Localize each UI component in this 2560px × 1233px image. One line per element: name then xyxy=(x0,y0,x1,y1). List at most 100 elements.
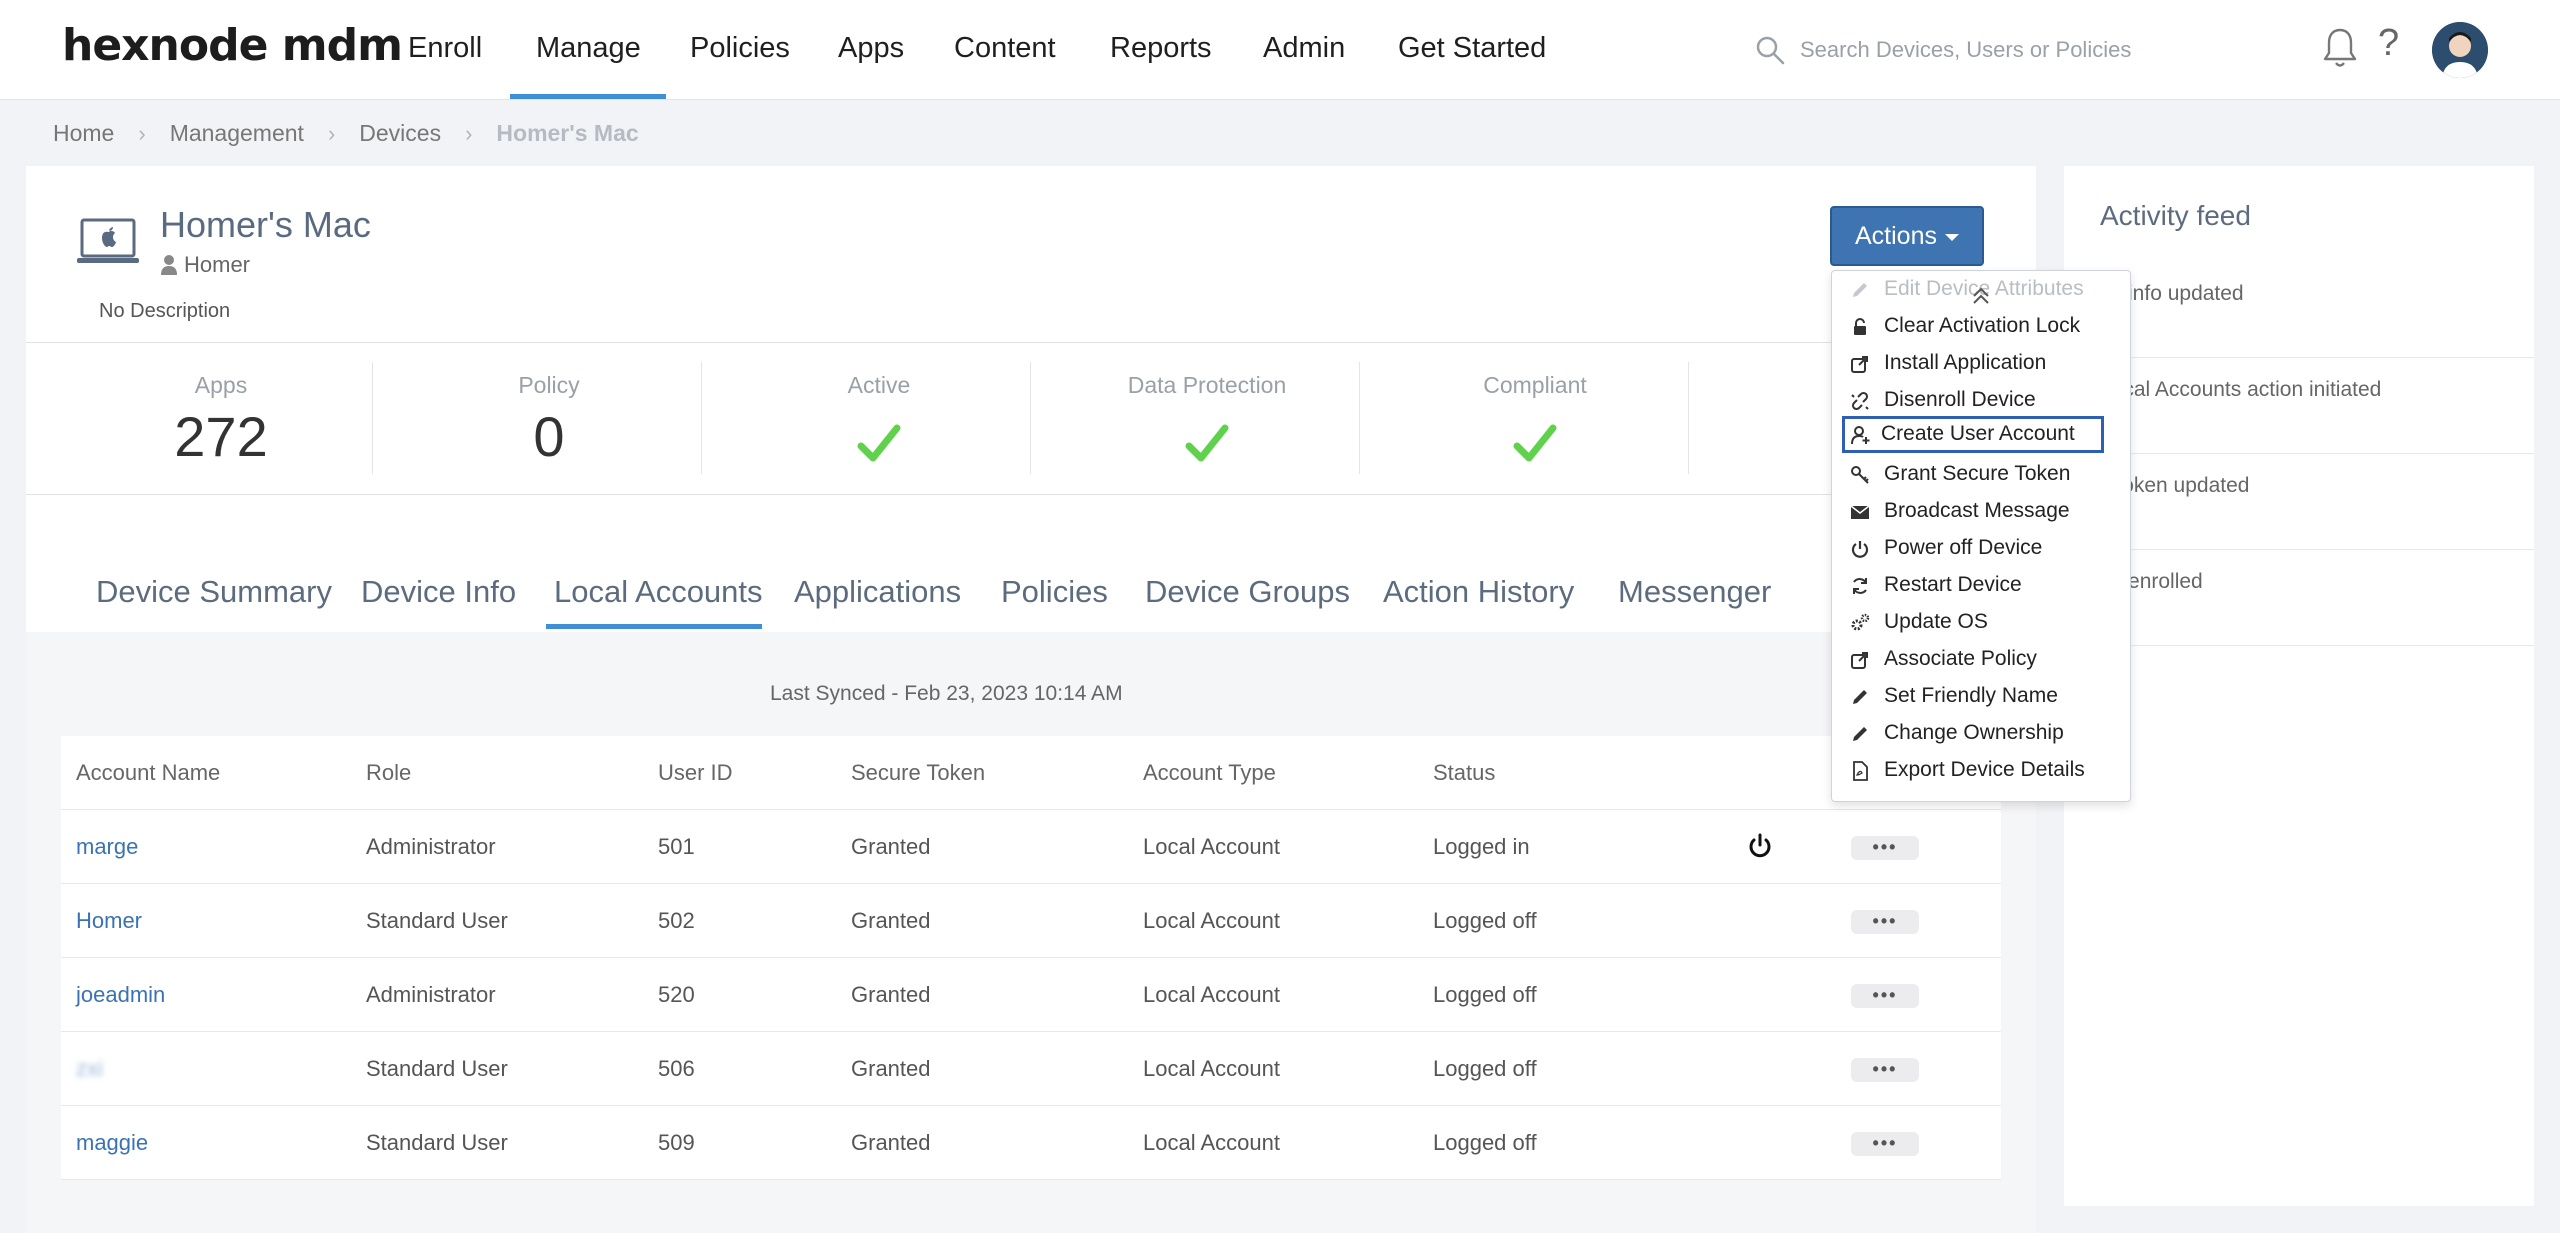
account-name-link[interactable]: maggie xyxy=(76,1130,148,1156)
account-name-link[interactable]: joeadmin xyxy=(76,982,165,1008)
nav-reports[interactable]: Reports xyxy=(1110,32,1212,65)
device-title: Homer's Mac xyxy=(160,204,371,245)
account-status: Logged in xyxy=(1433,834,1530,859)
account-role: Administrator xyxy=(366,834,496,859)
help-icon[interactable]: ? xyxy=(2378,22,2399,65)
menu-item-disenroll-device[interactable]: Disenroll Device xyxy=(1832,382,2130,419)
power-icon[interactable] xyxy=(1746,832,1774,860)
double-chevron-up-icon[interactable] xyxy=(1970,285,1992,307)
actions-button[interactable]: Actions xyxy=(1830,206,1984,266)
breadcrumb-devices[interactable]: Devices xyxy=(359,120,441,147)
caret-down-icon xyxy=(1944,233,1959,241)
account-name-link[interactable]: zxi xyxy=(76,1056,103,1082)
account-user-id: 509 xyxy=(658,1130,695,1155)
tab-messenger[interactable]: Messenger xyxy=(1618,574,1771,610)
tab-policies[interactable]: Policies xyxy=(1001,574,1108,610)
table-header: Account Name Role User ID Secure Token A… xyxy=(61,736,2001,810)
envelope-icon xyxy=(1850,505,1870,519)
device-details-card: Homer's Mac Homer No Description Actions… xyxy=(26,166,2036,1233)
local-accounts-table: Account Name Role User ID Secure Token A… xyxy=(61,736,2001,1180)
more-options-button[interactable]: ••• xyxy=(1851,836,1919,860)
pencil-icon xyxy=(1853,690,1867,704)
divider xyxy=(26,494,2036,495)
tab-action-history[interactable]: Action History xyxy=(1383,574,1574,610)
table-row: Homer Standard User 502 Granted Local Ac… xyxy=(61,884,2001,958)
account-user-id: 506 xyxy=(658,1056,695,1081)
menu-item-label: Disenroll Device xyxy=(1884,388,2036,411)
add-user-icon xyxy=(1851,426,1870,445)
menu-item-label: Clear Activation Lock xyxy=(1884,314,2081,337)
device-user[interactable]: Homer xyxy=(184,252,250,278)
more-options-button[interactable]: ••• xyxy=(1851,910,1919,934)
bell-icon[interactable] xyxy=(2320,26,2360,70)
stat-value: 272 xyxy=(174,405,268,468)
menu-item-install-application[interactable]: Install Application xyxy=(1832,345,2130,382)
menu-item-grant-secure-token[interactable]: Grant Secure Token xyxy=(1832,456,2130,493)
column-header: User ID xyxy=(658,760,733,785)
nav-policies[interactable]: Policies xyxy=(690,32,790,65)
account-name-link[interactable]: marge xyxy=(76,834,138,860)
account-type: Local Account xyxy=(1143,908,1280,933)
stat-policy[interactable]: Policy 0 xyxy=(384,342,714,494)
tab-applications[interactable]: Applications xyxy=(794,574,961,610)
nav-enroll[interactable]: Enroll xyxy=(408,32,482,65)
tab-device-summary[interactable]: Device Summary xyxy=(96,574,332,610)
account-type: Local Account xyxy=(1143,982,1280,1007)
menu-item-change-ownership[interactable]: Change Ownership xyxy=(1832,715,2130,752)
feed-item[interactable]: Local Accounts action initiated ns xyxy=(2064,358,2534,454)
menu-item-export-device-details[interactable]: Export Device Details xyxy=(1832,752,2130,789)
avatar[interactable] xyxy=(2432,22,2488,78)
device-description[interactable]: No Description xyxy=(99,300,230,323)
chevron-right-icon: › xyxy=(465,120,473,146)
menu-item-create-user-account[interactable]: Create User Account xyxy=(1842,416,2104,453)
menu-item-set-friendly-name[interactable]: Set Friendly Name xyxy=(1832,678,2130,715)
tab-local-accounts[interactable]: Local Accounts xyxy=(554,574,763,610)
menu-item-label: Change Ownership xyxy=(1884,721,2064,744)
stat-label: Compliant xyxy=(1483,372,1587,398)
stat-value: 0 xyxy=(533,405,565,468)
actions-button-label: Actions xyxy=(1855,222,1937,250)
divider xyxy=(1030,362,1031,474)
menu-item-broadcast-message[interactable]: Broadcast Message xyxy=(1832,493,2130,530)
feed-item[interactable]: ce info updated xyxy=(2064,262,2534,358)
menu-item-power-off-device[interactable]: Power off Device xyxy=(1832,530,2130,567)
menu-item-label: Grant Secure Token xyxy=(1884,462,2071,485)
menu-item-clear-activation-lock[interactable]: Clear Activation Lock xyxy=(1832,308,2130,345)
feed-item[interactable]: s token updated s xyxy=(2064,454,2534,550)
feed-item[interactable]: ce enrolled s xyxy=(2064,550,2534,646)
menu-item-restart-device[interactable]: Restart Device xyxy=(1832,567,2130,604)
hexnode-logo[interactable]: hexnode mdm xyxy=(62,20,403,71)
menu-item-label: Export Device Details xyxy=(1884,758,2085,781)
column-header: Account Name xyxy=(76,760,221,785)
stat-label: Policy xyxy=(518,372,580,398)
last-synced: Last Synced - Feb 23, 2023 10:14 AM xyxy=(770,682,1123,705)
feed-item-text: Local Accounts action initiated xyxy=(2100,378,2382,401)
nav-apps[interactable]: Apps xyxy=(838,32,904,65)
more-options-button[interactable]: ••• xyxy=(1851,1132,1919,1156)
more-options-button[interactable]: ••• xyxy=(1851,984,1919,1008)
breadcrumb-management[interactable]: Management xyxy=(170,120,304,147)
stat-apps[interactable]: Apps 272 xyxy=(56,342,386,494)
tab-device-groups[interactable]: Device Groups xyxy=(1145,574,1350,610)
chevron-right-icon: › xyxy=(327,120,336,146)
breadcrumb: Home › Management › Devices › Homer's Ma… xyxy=(53,120,639,147)
account-name-link[interactable]: Homer xyxy=(76,908,142,934)
breadcrumb-home[interactable]: Home xyxy=(53,120,114,147)
tab-device-info[interactable]: Device Info xyxy=(361,574,516,610)
stat-label: Active xyxy=(847,372,911,398)
search-input[interactable] xyxy=(1800,30,2220,70)
top-navbar: hexnode mdm Enroll Manage Policies Apps … xyxy=(0,0,2560,100)
menu-item-associate-policy[interactable]: Associate Policy xyxy=(1832,641,2130,678)
tab-active-indicator xyxy=(546,624,762,629)
divider xyxy=(701,362,702,474)
nav-get-started[interactable]: Get Started xyxy=(1398,32,1546,65)
nav-admin[interactable]: Admin xyxy=(1263,32,1345,65)
nav-manage[interactable]: Manage xyxy=(536,32,641,65)
menu-item-update-os[interactable]: Update OS xyxy=(1832,604,2130,641)
account-secure-token: Granted xyxy=(851,834,931,859)
more-options-button[interactable]: ••• xyxy=(1851,1058,1919,1082)
chevron-right-icon: › xyxy=(138,120,146,146)
menu-item-label: Restart Device xyxy=(1884,573,2022,596)
device-tabs: Device Summary Device Info Local Account… xyxy=(26,566,2036,620)
nav-content[interactable]: Content xyxy=(954,32,1056,65)
